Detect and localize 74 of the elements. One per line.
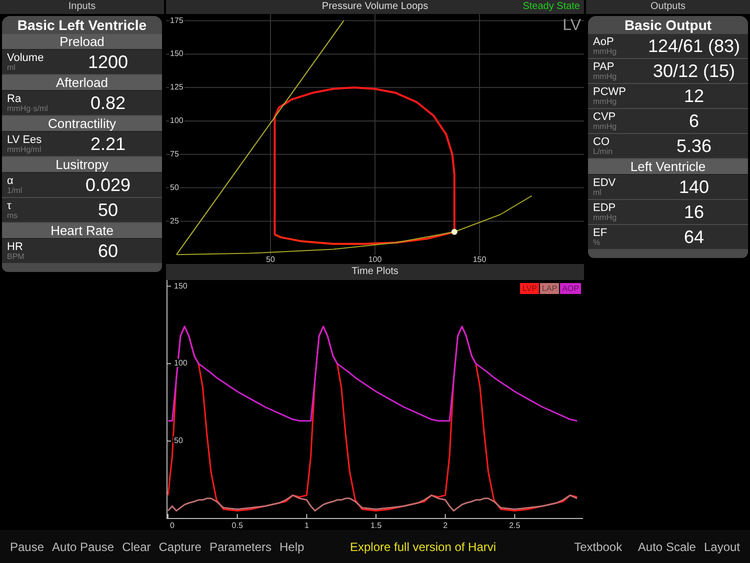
section-header: Lusitropy: [2, 157, 162, 173]
tick-label: 100: [368, 255, 382, 264]
parameter-label: PCWP: [593, 86, 627, 98]
parameter-value: 60: [96, 240, 120, 262]
parameter-label: LV Ees: [7, 134, 43, 146]
parameter-label: τ: [7, 200, 12, 212]
parameter-label: CVP: [593, 112, 617, 122]
tick-label: 2: [443, 521, 448, 530]
tick-label: 2.5: [509, 521, 520, 530]
panel-title: Basic Output: [588, 16, 748, 34]
parameter-label: CO: [593, 136, 610, 148]
section-header: Contractility: [2, 116, 162, 132]
parameter-value: 16: [682, 200, 706, 224]
parameter-label: EF: [593, 228, 608, 238]
parameter-value: 0.029: [84, 174, 132, 196]
tick-label: 0.5: [232, 521, 243, 530]
tick-label: 0: [170, 521, 174, 530]
section-header: Heart Rate: [2, 223, 162, 239]
parameter-value: 30/12 (15): [652, 60, 736, 83]
section-header: Afterload: [2, 75, 162, 91]
parameter-label: Ra: [7, 94, 22, 104]
parameter-value: 124/61 (83): [646, 34, 742, 58]
parameter-value: 2.21: [89, 132, 127, 156]
parameter-label: PAP: [593, 62, 616, 72]
section-header: Preload: [2, 34, 162, 50]
parameter-label: HR: [7, 242, 24, 252]
parameter-unit: mmHg: [593, 48, 618, 56]
parameter-unit: ml: [593, 188, 602, 196]
parameter-unit: %: [593, 238, 602, 246]
chamber-label: LV: [562, 18, 581, 34]
tick-label: 150: [174, 281, 188, 290]
parameter-unit: 1/ml: [7, 186, 24, 194]
parameter-unit: ml: [7, 64, 16, 72]
panel-title: Basic Left Ventricle: [2, 16, 162, 34]
parameter-value: 12: [682, 84, 706, 108]
parameter-unit: ms: [7, 212, 19, 220]
chart-title: Pressure Volume Loops: [322, 0, 428, 14]
parameter-unit: BPM: [7, 252, 26, 260]
tick-label: 125: [170, 82, 184, 92]
tick-label: 1: [304, 521, 309, 530]
parameter-label: EDV: [593, 178, 617, 188]
parameter-unit: mmHg/ml: [7, 146, 42, 154]
parameter-value: 140: [678, 176, 710, 198]
chart-title: Time Plots: [166, 264, 584, 280]
parameter-label: AoP: [593, 36, 615, 48]
panel-header: Outputs: [586, 0, 750, 14]
parameter-label: EDP: [593, 202, 617, 214]
parameter-value: 64: [682, 226, 706, 248]
parameter-unit: mmHg·s/ml: [7, 104, 49, 112]
parameter-unit: L/min: [593, 148, 614, 156]
tick-label: 100: [170, 116, 184, 126]
parameter-value: 6: [688, 110, 700, 132]
parameter-value: 1200: [86, 50, 130, 74]
parameter-unit: mmHg: [593, 214, 618, 222]
parameter-label: α: [7, 176, 14, 186]
section-header: Left Ventricle: [588, 159, 748, 175]
tick-label: 1.5: [370, 521, 382, 530]
parameter-unit: mmHg: [593, 72, 618, 80]
parameter-value: 0.82: [89, 92, 127, 114]
parameter-unit: mmHg: [593, 98, 618, 106]
tick-label: 25: [170, 216, 179, 226]
tick-label: 150: [472, 255, 486, 264]
panel-header: Inputs: [0, 0, 164, 14]
tick-label: 50: [170, 182, 179, 192]
tick-label: 75: [170, 149, 179, 158]
status-label: Steady State: [522, 0, 580, 14]
parameter-value: 50: [96, 198, 120, 222]
tick-label: 50: [174, 436, 183, 446]
tick-label: 175: [170, 16, 184, 25]
parameter-value: 5.36: [675, 134, 713, 158]
parameter-label: Volume: [7, 52, 45, 64]
parameter-unit: mmHg: [593, 122, 618, 130]
tick-label: 150: [170, 49, 184, 58]
tick-label: 50: [266, 255, 275, 264]
